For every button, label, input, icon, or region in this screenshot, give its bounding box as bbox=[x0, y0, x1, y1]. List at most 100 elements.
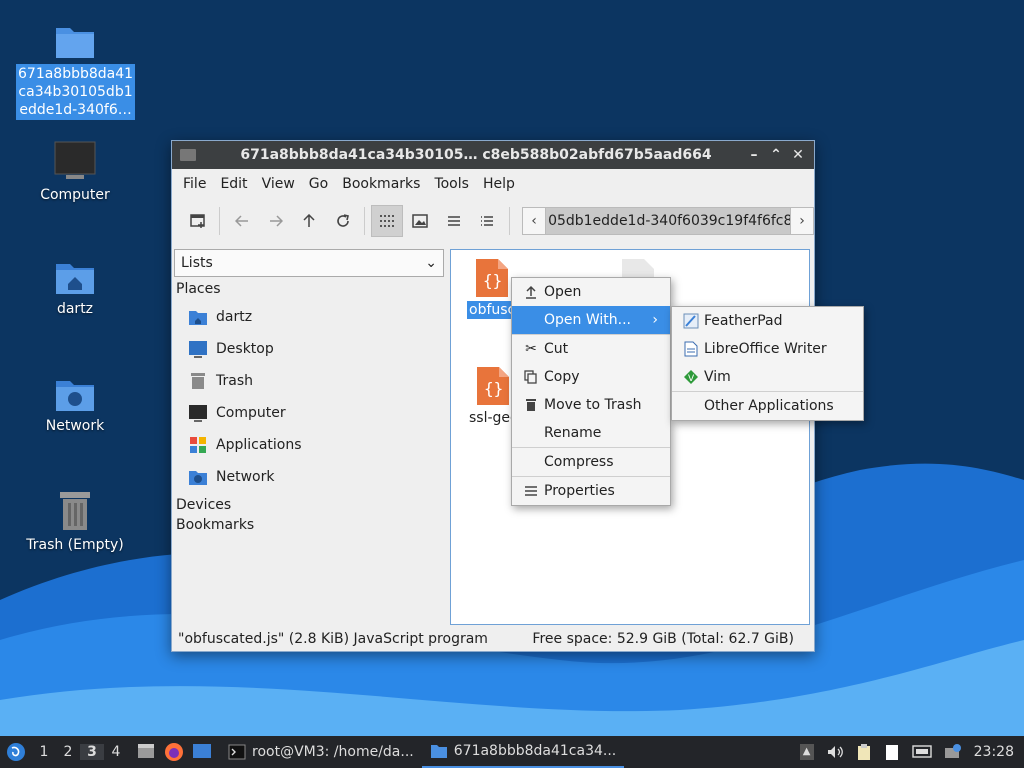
desktop-dartz-label: dartz bbox=[56, 301, 94, 317]
place-computer[interactable]: Computer bbox=[174, 397, 446, 429]
desktop-icon-folder[interactable]: 671a8bbb8da41 ca34b30105db1 edde1d-340f6… bbox=[16, 22, 136, 120]
menu-file[interactable]: File bbox=[176, 172, 213, 196]
desktop-icon-trash[interactable]: Trash (Empty) bbox=[16, 490, 134, 554]
file-name-label: obfusc bbox=[467, 301, 518, 319]
menu-view[interactable]: View bbox=[255, 172, 302, 196]
toolbar: ‹ 05db1edde1d-340f6039c19f4f6fc8e › bbox=[172, 199, 815, 243]
clipboard-icon[interactable] bbox=[856, 743, 872, 761]
desktop-trash-label: Trash (Empty) bbox=[26, 537, 124, 553]
icon-view-button[interactable] bbox=[371, 205, 403, 237]
path-scroll-right-button[interactable]: › bbox=[790, 207, 815, 235]
file-context-menu: Open Open With... › ✂ Cut Copy Move to T… bbox=[511, 277, 671, 506]
network-status-icon[interactable] bbox=[911, 744, 932, 760]
list-view-icon bbox=[447, 216, 460, 226]
file-manager-launcher-icon[interactable] bbox=[136, 742, 156, 760]
menu-item-move-to-trash[interactable]: Move to Trash bbox=[512, 391, 670, 419]
update-notifier-icon[interactable] bbox=[944, 744, 962, 760]
detailed-view-button[interactable] bbox=[472, 205, 503, 237]
menu-tools[interactable]: Tools bbox=[427, 172, 476, 196]
firefox-icon[interactable] bbox=[164, 742, 184, 762]
grid-view-icon bbox=[379, 215, 394, 227]
terminal-icon bbox=[228, 744, 246, 760]
desktop-computer-label: Computer bbox=[40, 187, 110, 203]
workspace-4[interactable]: 4 bbox=[104, 744, 128, 760]
svg-text:V: V bbox=[688, 374, 695, 384]
taskbar: 1 2 3 4 root@VM3: /home/da... 671a8bbb8d… bbox=[0, 736, 1024, 768]
bookmarks-header[interactable]: Bookmarks bbox=[174, 517, 446, 537]
menu-edit[interactable]: Edit bbox=[213, 172, 254, 196]
close-button[interactable]: ✕ bbox=[790, 147, 806, 163]
up-button[interactable] bbox=[293, 205, 324, 237]
place-trash[interactable]: Trash bbox=[174, 365, 446, 397]
menu-item-rename[interactable]: Rename bbox=[512, 419, 670, 447]
place-dartz[interactable]: dartz bbox=[174, 301, 446, 333]
tray-arrow-icon[interactable]: ▲ bbox=[799, 744, 814, 760]
javascript-file-icon: {} bbox=[476, 259, 509, 297]
reload-icon bbox=[336, 214, 349, 227]
workspace-2[interactable]: 2 bbox=[56, 744, 80, 760]
minimize-button[interactable]: – bbox=[746, 147, 762, 163]
side-pane-mode-select[interactable]: Lists ⌄ bbox=[174, 249, 444, 277]
scissors-icon: ✂ bbox=[525, 341, 537, 357]
path-scroll-left-button[interactable]: ‹ bbox=[522, 207, 547, 235]
menu-item-open[interactable]: Open bbox=[512, 278, 670, 306]
start-menu-button[interactable] bbox=[0, 742, 32, 762]
desktop-icon-network[interactable]: Network bbox=[16, 375, 134, 435]
compact-view-button[interactable] bbox=[438, 205, 469, 237]
new-tab-icon bbox=[189, 214, 205, 228]
menu-help[interactable]: Help bbox=[476, 172, 522, 196]
desktop-folder-label-3: edde1d-340f6… bbox=[19, 102, 132, 118]
menu-item-open-with[interactable]: Open With... › bbox=[512, 306, 670, 334]
place-label: Applications bbox=[216, 437, 302, 453]
path-segment-button[interactable]: 05db1edde1d-340f6039c19f4f6fc8e bbox=[546, 207, 791, 235]
workspace-1[interactable]: 1 bbox=[32, 744, 56, 760]
menu-item-compress[interactable]: Compress bbox=[512, 448, 670, 476]
desktop-network-label: Network bbox=[45, 418, 105, 434]
svg-text:{}: {} bbox=[483, 271, 502, 290]
notes-icon[interactable] bbox=[884, 743, 900, 761]
place-applications[interactable]: Applications bbox=[174, 429, 446, 461]
back-button[interactable] bbox=[226, 205, 257, 237]
trash-icon bbox=[522, 398, 540, 412]
menu-item-copy[interactable]: Copy bbox=[512, 363, 670, 391]
side-pane: Lists ⌄ Places dartz Desktop Trash Compu… bbox=[174, 249, 446, 625]
chevron-left-icon: ‹ bbox=[531, 213, 537, 229]
devices-header[interactable]: Devices bbox=[174, 493, 446, 517]
app-featherpad[interactable]: FeatherPad bbox=[672, 307, 863, 335]
featherpad-icon bbox=[682, 313, 700, 329]
window-title: 671a8bbb8da41ca34b30105… c8eb588b02abfd6… bbox=[240, 147, 712, 163]
task-file-manager[interactable]: 671a8bbb8da41ca34... bbox=[421, 736, 625, 768]
maximize-button[interactable]: ⌃ bbox=[768, 147, 784, 163]
trash-icon bbox=[60, 492, 90, 530]
forward-button[interactable] bbox=[260, 205, 291, 237]
desktop-folder-label-2: ca34b30105db1 bbox=[18, 84, 133, 100]
new-tab-button[interactable] bbox=[182, 205, 213, 237]
status-selection: "obfuscated.js" (2.8 KiB) JavaScript pro… bbox=[178, 631, 488, 647]
file-item-obfuscated[interactable]: {} obfusc bbox=[467, 258, 518, 319]
desktop-icon bbox=[189, 341, 207, 358]
place-desktop[interactable]: Desktop bbox=[174, 333, 446, 365]
workspace-3[interactable]: 3 bbox=[80, 744, 104, 760]
task-terminal[interactable]: root@VM3: /home/da... bbox=[220, 736, 422, 768]
desktop-icon-computer[interactable]: Computer bbox=[16, 140, 134, 204]
thumbnail-view-button[interactable] bbox=[405, 205, 436, 237]
window-titlebar[interactable]: 671a8bbb8da41ca34b30105… c8eb588b02abfd6… bbox=[172, 141, 814, 169]
desktop-icon-dartz[interactable]: dartz bbox=[16, 258, 134, 318]
reload-button[interactable] bbox=[327, 205, 358, 237]
app-vim[interactable]: V Vim bbox=[672, 363, 863, 391]
menu-bookmarks[interactable]: Bookmarks bbox=[335, 172, 427, 196]
menu-item-properties[interactable]: Properties bbox=[512, 477, 670, 505]
menu-go[interactable]: Go bbox=[302, 172, 335, 196]
place-label: Computer bbox=[216, 405, 286, 421]
window-folder-icon bbox=[180, 149, 196, 161]
app-libreoffice-writer[interactable]: LibreOffice Writer bbox=[672, 335, 863, 363]
places-header[interactable]: Places bbox=[174, 277, 446, 301]
app-other-applications[interactable]: Other Applications bbox=[672, 392, 863, 420]
place-network[interactable]: Network bbox=[174, 461, 446, 493]
chevron-down-icon: ⌄ bbox=[425, 255, 437, 271]
clock[interactable]: 23:28 bbox=[974, 744, 1014, 760]
menu-item-cut[interactable]: ✂ Cut bbox=[512, 335, 670, 363]
volume-icon[interactable] bbox=[826, 744, 844, 760]
show-desktop-icon[interactable] bbox=[192, 742, 212, 760]
system-tray: ▲ 23:28 bbox=[799, 743, 1024, 761]
